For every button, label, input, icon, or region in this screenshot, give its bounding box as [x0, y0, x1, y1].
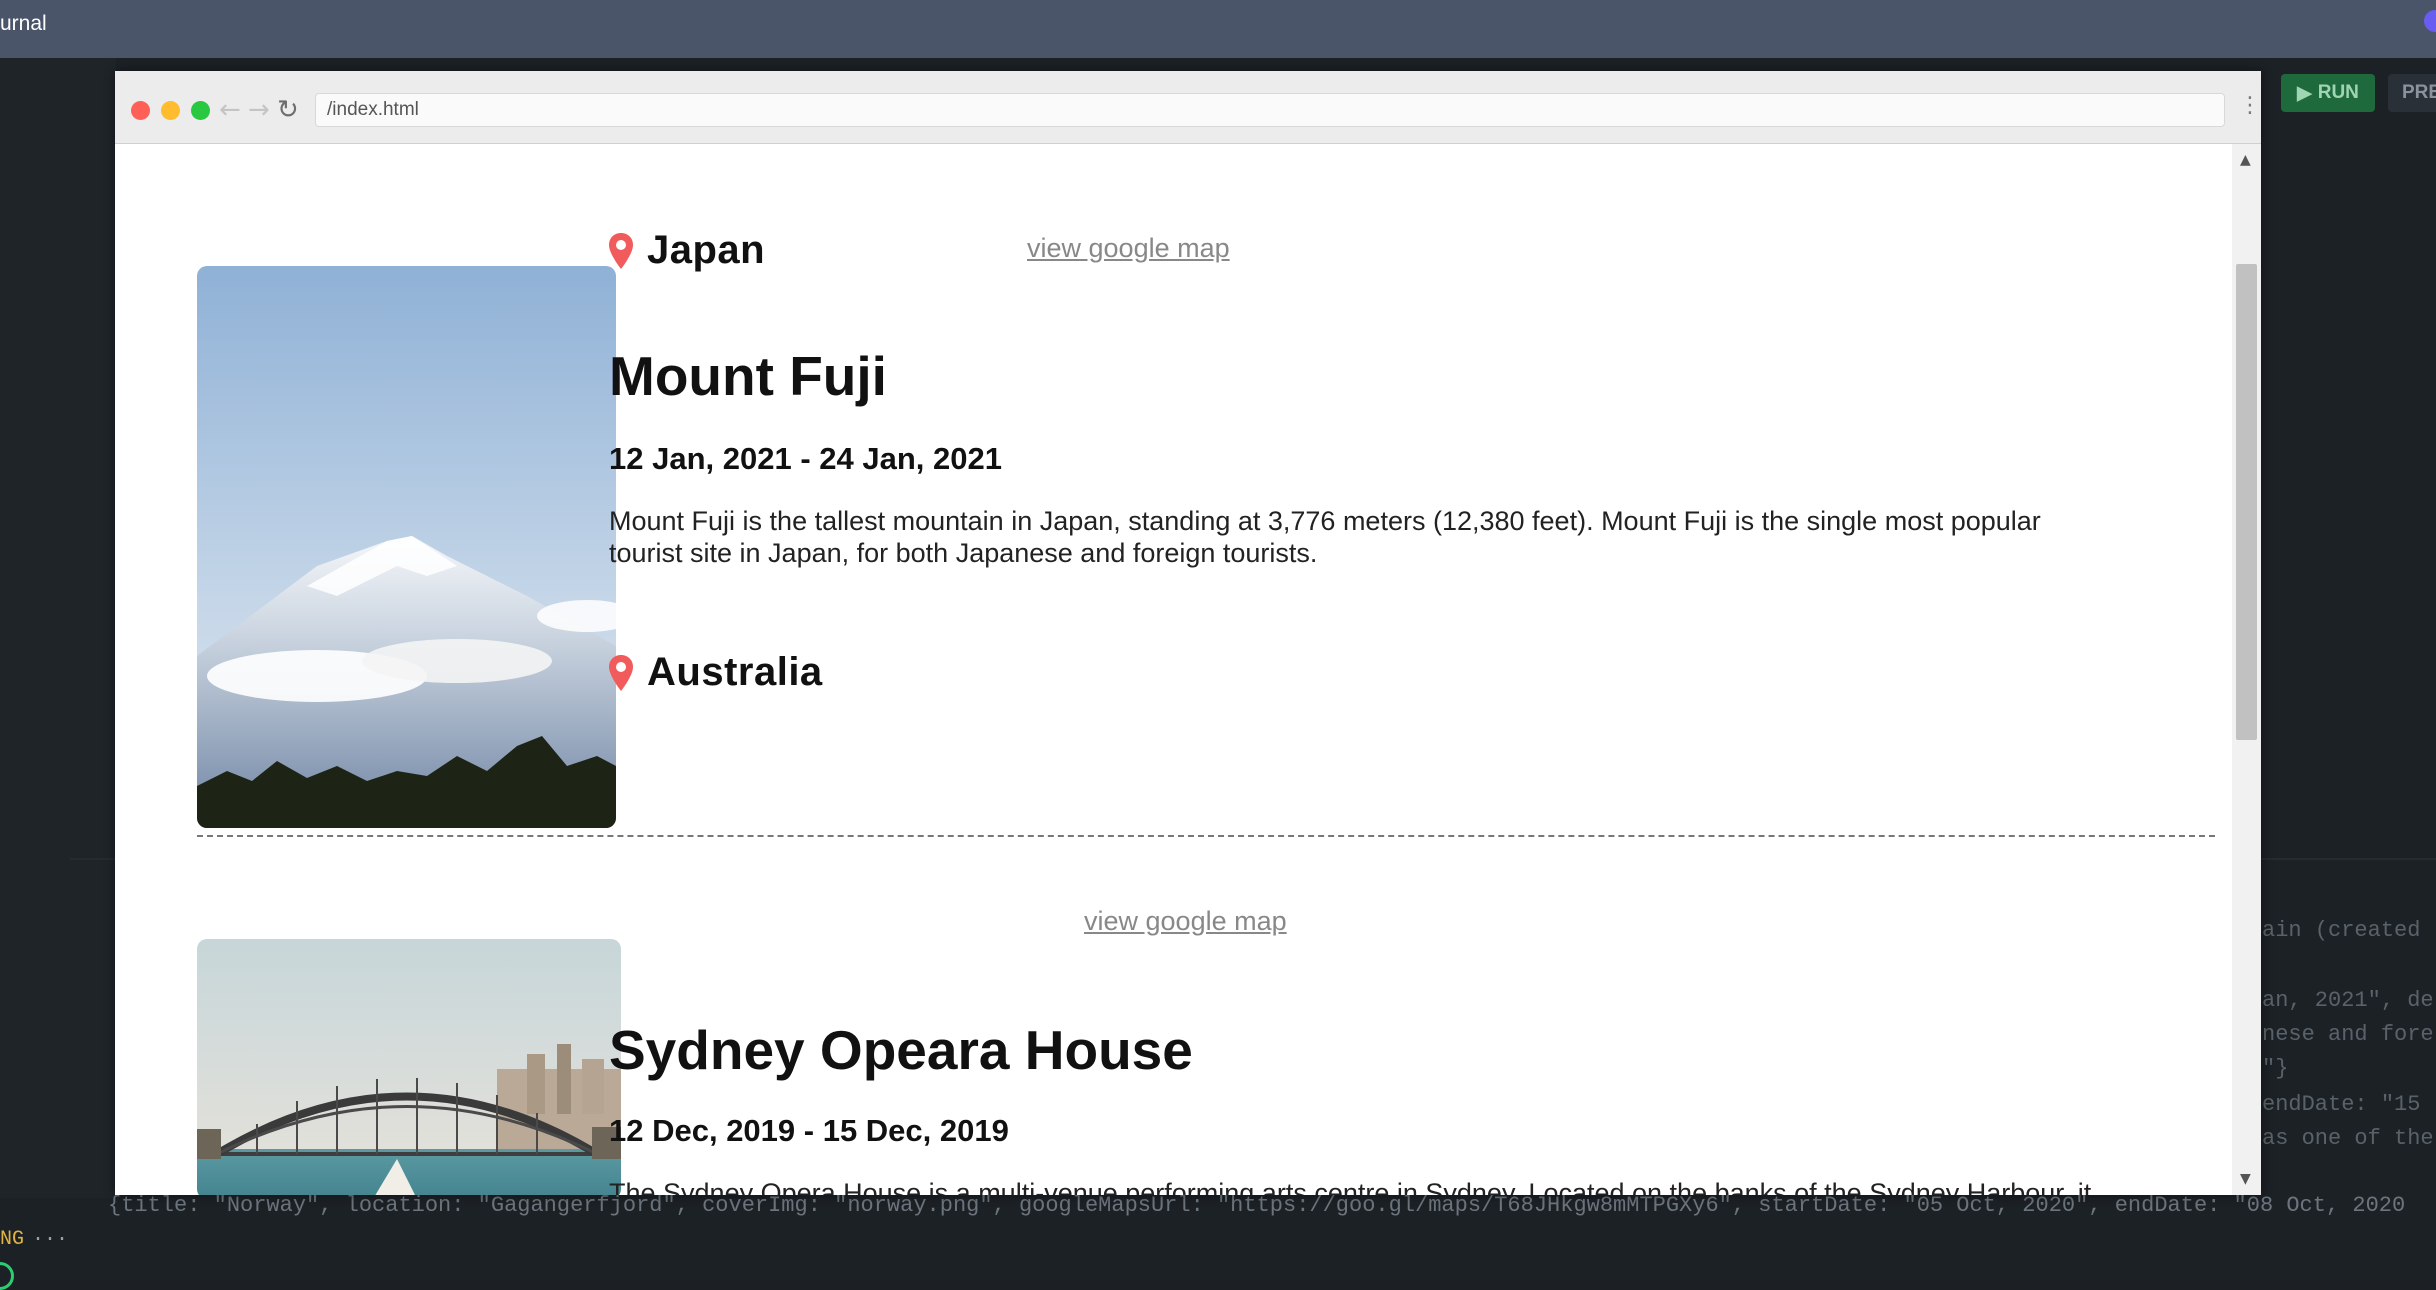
url-bar[interactable]: /index.html [315, 93, 2225, 127]
reload-icon[interactable]: ↻ [277, 95, 299, 125]
run-button-label: RUN [2317, 82, 2359, 103]
status-ellipsis: ··· [32, 1228, 69, 1251]
entry-dates: 12 Jan, 2021 - 24 Jan, 2021 [609, 441, 1002, 476]
entry-divider [197, 835, 2215, 837]
entry-title: Sydney Opeara House [609, 1019, 1193, 1081]
location-pin-icon [609, 654, 633, 691]
entry-title: Mount Fuji [609, 345, 887, 407]
user-avatar[interactable] [2424, 10, 2436, 32]
sydney-harbour-photo [197, 939, 621, 1195]
scroll-down-icon[interactable]: ▼ [2240, 1171, 2251, 1187]
back-icon[interactable]: ← [219, 95, 241, 125]
code-line: endDate: "15 [2262, 1092, 2421, 1117]
code-line: {title: "Norway", location: "Gagangerfjo… [108, 1193, 2406, 1218]
code-line: "} [2262, 1056, 2289, 1081]
location-pin-icon [609, 232, 633, 269]
entry-country: Japan [647, 228, 766, 272]
entry-country: Australia [647, 650, 823, 694]
run-button[interactable]: ▶ RUN [2281, 74, 2375, 112]
play-icon: ▶ [2297, 82, 2312, 104]
preview-button-label: PRE [2402, 82, 2436, 103]
scrollbar-thumb[interactable] [2236, 264, 2257, 740]
forward-icon[interactable]: → [248, 95, 270, 125]
scroll-up-icon[interactable]: ▲ [2240, 152, 2251, 168]
code-line: nese and fore [2262, 1022, 2434, 1047]
mount-fuji-photo [197, 266, 616, 828]
page-content: Japan view google map Mount Fuji 12 Jan,… [115, 144, 2231, 1195]
code-line: as one of the [2262, 1126, 2434, 1151]
entry-cover-image [197, 266, 616, 828]
view-google-map-link[interactable]: view google map [1027, 233, 1230, 264]
view-google-map-link[interactable]: view google map [1084, 906, 1287, 937]
browser-window: ← → ↻ /index.html ⋮ Japan view google ma… [115, 71, 2261, 1195]
code-line: an, 2021", de [2262, 988, 2434, 1013]
minimize-window-button[interactable] [161, 101, 180, 120]
preview-button[interactable]: PRE [2388, 74, 2436, 112]
entry-location: Japan [609, 228, 765, 273]
entry-description: The Sydney Opera House is a multi-venue … [609, 1178, 2092, 1195]
page-scrollbar[interactable]: ▲ ▼ [2232, 144, 2261, 1195]
app-topbar: urnal [0, 0, 2436, 58]
browser-toolbar: ← → ↻ /index.html ⋮ [115, 71, 2261, 144]
editor-gutter [0, 58, 116, 1198]
status-text: NG [0, 1228, 25, 1251]
close-window-button[interactable] [131, 101, 150, 120]
code-line: ain (created [2262, 918, 2421, 943]
app-title: urnal [0, 12, 47, 35]
more-options-icon[interactable]: ⋮ [2239, 93, 2261, 118]
status-bar: NG ··· [0, 1228, 68, 1251]
entry-dates: 12 Dec, 2019 - 15 Dec, 2019 [609, 1113, 1009, 1148]
entry-description: Mount Fuji is the tallest mountain in Ja… [609, 506, 2041, 568]
maximize-window-button[interactable] [191, 101, 210, 120]
entry-cover-image [197, 939, 621, 1195]
entry-location: Australia [609, 650, 823, 695]
